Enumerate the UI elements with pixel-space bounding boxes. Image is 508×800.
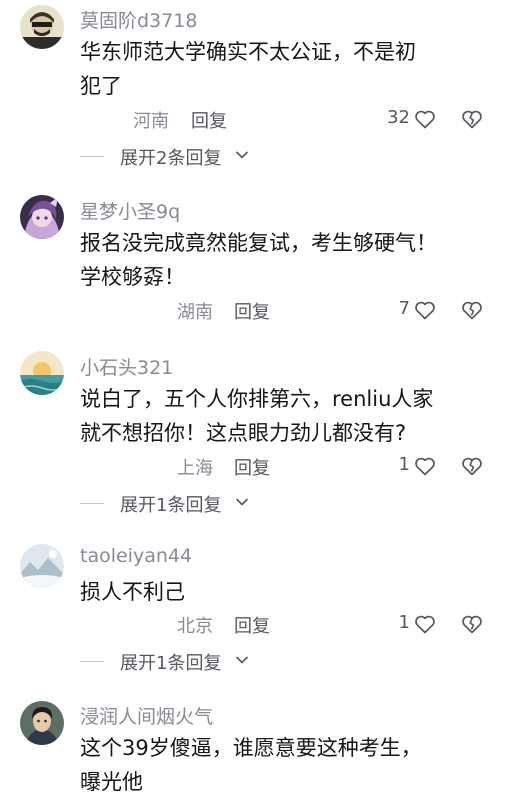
location-label: 河南 <box>133 111 169 132</box>
avatar[interactable] <box>20 351 64 395</box>
heart-outline-icon[interactable] <box>413 612 437 636</box>
heart-outline-icon[interactable] <box>413 454 437 478</box>
divider <box>80 503 104 504</box>
username[interactable]: 星梦小圣9q <box>80 197 180 224</box>
location-label: 湖南 <box>177 302 213 323</box>
broken-heart-icon[interactable] <box>460 612 484 636</box>
like-count: 1 <box>398 454 410 475</box>
divider <box>80 661 104 662</box>
comment-item: 浸润人间烟火气 这个39岁傻逼，谁愿意要这种考生， 曝光他 <box>0 695 508 800</box>
reply-button[interactable]: 回复 <box>234 454 270 480</box>
username[interactable]: 浸润人间烟火气 <box>80 702 213 729</box>
chevron-down-icon <box>235 151 249 159</box>
avatar[interactable] <box>20 544 64 588</box>
avatar[interactable] <box>20 701 64 745</box>
masked-person-avatar-icon <box>20 5 64 49</box>
expand-replies-button[interactable]: 展开2条回复 <box>80 142 300 170</box>
broken-heart-icon[interactable] <box>460 454 484 478</box>
expand-replies-label: 展开1条回复 <box>120 653 222 674</box>
comment-line: 说白了，五个人你排第六，renliu人家 <box>80 387 434 411</box>
chevron-down-icon <box>235 656 249 664</box>
broken-heart-icon[interactable] <box>460 107 484 131</box>
comment-line: 犯了 <box>80 74 122 98</box>
username[interactable]: 莫固阶d3718 <box>80 6 197 33</box>
chevron-down-icon <box>235 498 249 506</box>
broken-heart-icon[interactable] <box>460 298 484 322</box>
comment-item: taoleiyan44 损人不利己 北京 回复 1 展开1条回复 <box>0 540 508 680</box>
comment-line: 这个39岁傻逼，谁愿意要这种考生， <box>80 736 422 760</box>
sunset-sea-avatar-icon <box>20 351 64 395</box>
avatar[interactable] <box>20 195 64 239</box>
like-count: 32 <box>387 107 410 128</box>
comment-meta: 河南 回复 32 <box>0 104 508 134</box>
comment-item: 星梦小圣9q 报名没完成竟然能复试，考生够硬气！ 学校够孬！ 湖南 回复 7 <box>0 190 508 340</box>
comment-line: 华东师范大学确实不太公证，不是初 <box>80 40 416 64</box>
comment-meta: 湖南 回复 7 <box>0 295 508 325</box>
avatar[interactable] <box>20 5 64 49</box>
comment-line: 曝光他 <box>80 770 143 794</box>
expand-replies-button[interactable]: 展开1条回复 <box>80 489 300 517</box>
anime-character-avatar-icon <box>20 195 64 239</box>
comment-text: 这个39岁傻逼，谁愿意要这种考生， 曝光他 <box>80 731 490 799</box>
location-label: 北京 <box>177 616 213 637</box>
comment-line: 损人不利己 <box>80 580 185 604</box>
comment-line: 报名没完成竟然能复试，考生够硬气！ <box>80 231 437 255</box>
comment-line: 学校够孬！ <box>80 265 185 289</box>
username[interactable]: 小石头321 <box>80 353 173 380</box>
snowy-landscape-avatar-icon <box>20 544 64 588</box>
comment-item: 小石头321 说白了，五个人你排第六，renliu人家 就不想招你！这点眼力劲儿… <box>0 345 508 525</box>
location-label: 上海 <box>177 458 213 479</box>
comment-item: 莫固阶d3718 华东师范大学确实不太公证，不是初 犯了 河南 回复 32 展开… <box>0 0 508 175</box>
expand-replies-label: 展开1条回复 <box>120 495 222 516</box>
comment-meta: 上海 回复 1 <box>0 451 508 481</box>
comment-meta: 北京 回复 1 <box>0 609 508 639</box>
comment-text: 报名没完成竟然能复试，考生够硬气！ 学校够孬！ <box>80 226 490 294</box>
reply-button[interactable]: 回复 <box>234 298 270 324</box>
divider <box>80 156 104 157</box>
comment-text: 说白了，五个人你排第六，renliu人家 就不想招你！这点眼力劲儿都没有? <box>80 382 490 450</box>
comment-text: 华东师范大学确实不太公证，不是初 犯了 <box>80 35 490 103</box>
like-count: 1 <box>398 612 410 633</box>
comment-text: 损人不利己 <box>80 575 490 609</box>
reply-button[interactable]: 回复 <box>234 612 270 638</box>
heart-outline-icon[interactable] <box>413 107 437 131</box>
username[interactable]: taoleiyan44 <box>80 545 192 567</box>
expand-replies-label: 展开2条回复 <box>120 148 222 169</box>
heart-outline-icon[interactable] <box>413 298 437 322</box>
young-man-avatar-icon <box>20 701 64 745</box>
like-count: 7 <box>398 298 410 319</box>
comment-line: 就不想招你！这点眼力劲儿都没有? <box>80 421 407 445</box>
reply-button[interactable]: 回复 <box>191 107 227 133</box>
expand-replies-button[interactable]: 展开1条回复 <box>80 647 300 675</box>
